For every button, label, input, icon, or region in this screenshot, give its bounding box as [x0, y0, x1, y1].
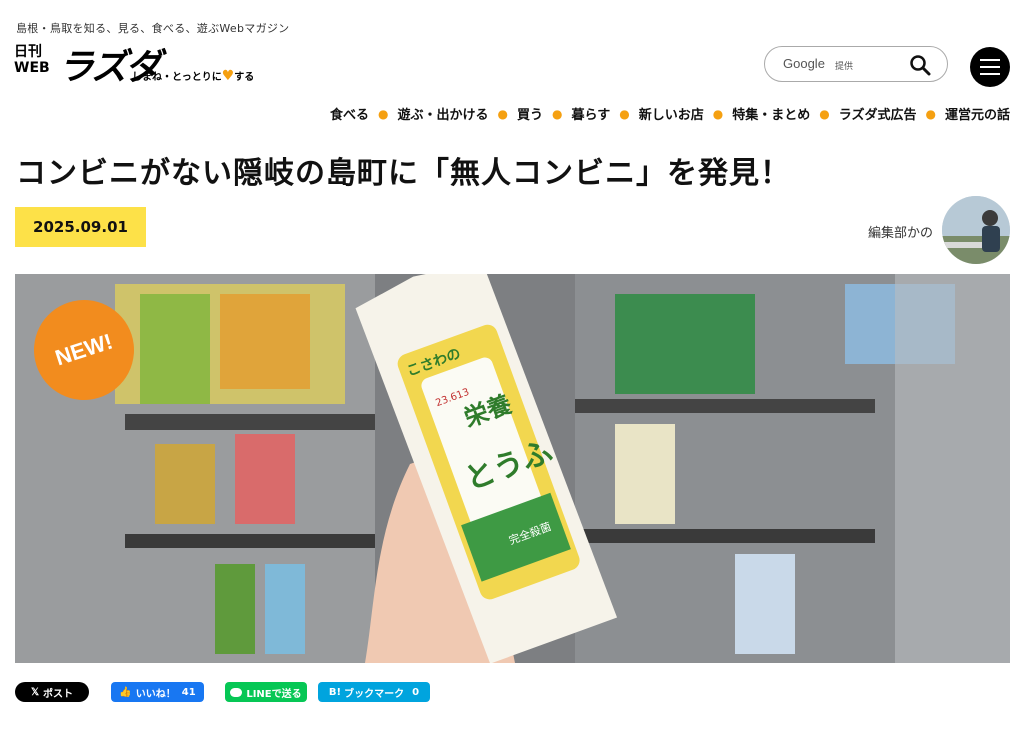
- nav-item-eat[interactable]: 食べる: [330, 104, 369, 123]
- bookmark-count: 0: [412, 686, 420, 698]
- search-provider: 提供: [835, 62, 854, 72]
- nav-item-live[interactable]: 暮らす: [572, 104, 611, 123]
- thumbs-up-icon: 👍: [119, 686, 132, 698]
- like-count: 41: [181, 686, 196, 698]
- hero-image: こさわの 栄養 とうふ 23.613 完全殺菌: [15, 274, 1010, 663]
- heart-icon: ♥: [221, 68, 235, 84]
- line-icon: [230, 687, 243, 697]
- site-logo[interactable]: 日刊 WEB ラズダ しまね・とっとりに♥する: [14, 40, 264, 88]
- main-nav: 食べる ● 遊ぶ・出かける ● 買う ● 暮らす ● 新しいお店 ● 特集・まとめ ● ラズ…: [330, 104, 1010, 124]
- author-name[interactable]: 編集部かの: [868, 222, 933, 241]
- line-share-button[interactable]: LINEで送る: [225, 682, 307, 702]
- nav-item-new-shops[interactable]: 新しいお店: [639, 104, 704, 123]
- nav-item-about[interactable]: 運営元の話: [945, 104, 1010, 123]
- nav-item-buy[interactable]: 買う: [517, 104, 543, 123]
- hamburger-menu-icon[interactable]: [970, 47, 1010, 87]
- search-brand: Google: [783, 56, 825, 71]
- x-logo-icon: 𝕏: [30, 686, 40, 698]
- nav-item-features[interactable]: 特集・まとめ: [732, 104, 810, 123]
- article-title: コンビニがない隠岐の島町に「無人コンビニ」を発見！: [16, 156, 791, 191]
- search-box[interactable]: Google 提供: [764, 46, 948, 82]
- author-avatar[interactable]: [942, 196, 1010, 264]
- nav-item-play[interactable]: 遊ぶ・出かける: [398, 104, 489, 123]
- hatena-b-icon: B!: [328, 686, 342, 698]
- site-tagline: 島根・鳥取を知る、見る、食べる、遊ぶWebマガジン: [16, 22, 290, 35]
- facebook-like-button[interactable]: 👍 いいね！ 41: [111, 682, 204, 702]
- nav-item-ads[interactable]: ラズダ式広告: [839, 104, 917, 123]
- logo-prefix: 日刊 WEB: [14, 44, 50, 76]
- search-icon[interactable]: [909, 54, 931, 76]
- x-post-button[interactable]: 𝕏 ポスト: [15, 682, 89, 702]
- article-date: 2025.09.01: [15, 207, 146, 247]
- hatena-bookmark-button[interactable]: B! ブックマーク 0: [318, 682, 430, 702]
- logo-subtitle: しまね・とっとりに♥する: [132, 68, 255, 84]
